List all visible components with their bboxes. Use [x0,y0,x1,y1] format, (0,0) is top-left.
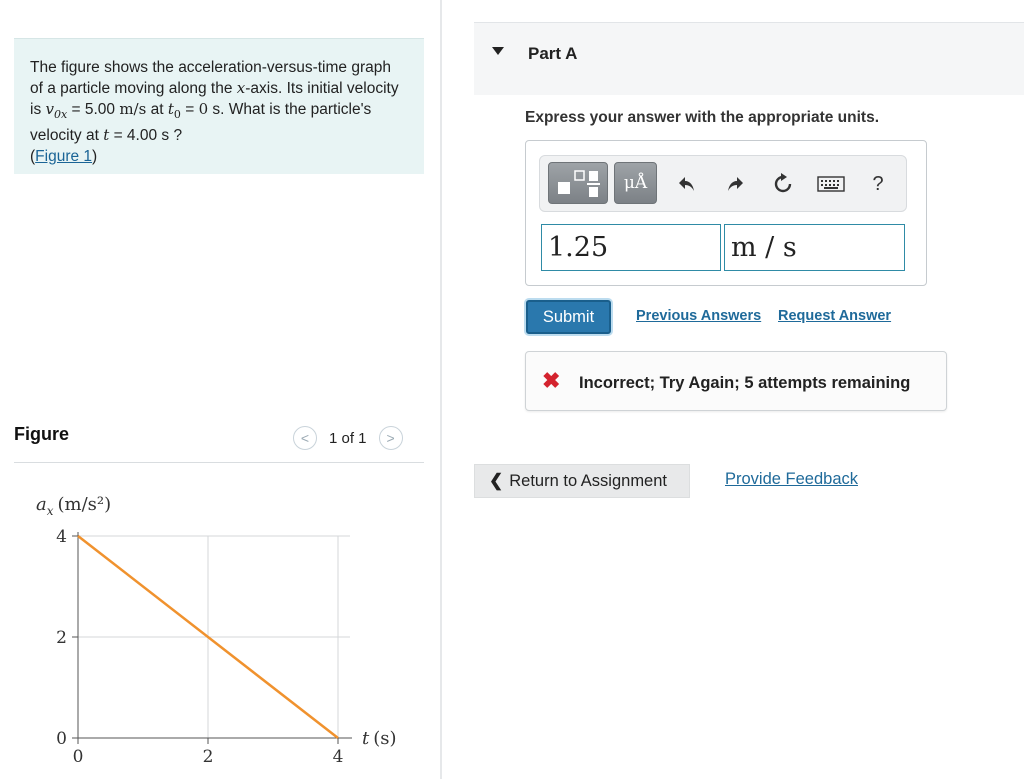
problem-text-4: at [146,101,168,118]
x-tick-label: 0 [73,747,84,767]
y-tick-label: 2 [56,628,67,648]
redo-button[interactable] [723,170,747,198]
problem-text-3: = 5.00 [67,101,120,118]
provide-feedback-link[interactable]: Provide Feedback [725,470,858,489]
chevron-left-icon: < [300,430,310,446]
keyboard-icon [817,176,845,192]
figure-pager: < 1 of 1 > [293,425,403,451]
t0-subscript: 0 [173,108,181,122]
figure-page-indicator: 1 of 1 [329,429,367,447]
figure-1-link[interactable]: Figure 1 [35,148,92,165]
undo-button[interactable] [675,170,699,198]
figure-title: Figure [14,424,70,444]
y-tick-label: 0 [56,729,67,749]
part-title: Part A [528,44,578,63]
answer-value-input[interactable]: 1.25 [541,224,721,271]
units-button[interactable]: μÅ [614,162,657,204]
y-tick-label: 4 [56,527,67,547]
submit-button[interactable]: Submit [526,300,611,334]
collapse-triangle-icon[interactable] [492,47,504,55]
chevron-right-icon: > [386,430,395,446]
previous-figure-button[interactable]: < [293,426,317,450]
figure-divider [14,462,424,463]
t0-value: 0 [198,100,209,118]
problem-statement: The figure shows the acceleration-versus… [14,38,424,174]
return-label: Return to Assignment [509,471,667,490]
column-divider [440,0,442,779]
x-icon: ✖ [542,368,561,393]
problem-text-5: = [180,101,199,118]
figure-link-close: ) [92,148,98,166]
help-button[interactable]: ? [866,170,890,198]
acceleration-time-chart: 0 2 4 0 2 4 ax (m/s²) t (s) [36,494,397,767]
feedback-message: Incorrect; Try Again; 5 attempts remaini… [579,374,911,392]
answer-instruction: Express your answer with the appropriate… [525,109,880,126]
reset-button[interactable] [771,170,795,198]
v0x-unit: m/s [119,100,147,118]
templates-button[interactable] [548,162,608,204]
fraction-template-icon [558,170,600,197]
v0x-subscript: 0x [53,108,68,122]
keyboard-button[interactable] [816,170,846,198]
next-figure-button[interactable]: > [378,426,403,450]
y-axis-label: ax (m/s²) [36,494,111,518]
return-to-assignment-button[interactable]: ❮ Return to Assignment [474,464,690,498]
reset-icon [774,173,792,193]
request-answer-link[interactable]: Request Answer [778,308,891,324]
x-tick-label: 4 [333,747,344,767]
redo-icon [728,177,743,191]
x-axis-variable: x [236,79,246,97]
chevron-left-icon: ❮ [489,471,504,490]
x-tick-label: 2 [203,747,214,767]
undo-icon [679,177,694,191]
v0x-symbol: v [45,100,54,118]
previous-answers-link[interactable]: Previous Answers [636,308,761,324]
x-axis-label: t (s) [362,728,397,749]
answer-units-input[interactable]: m / s [724,224,905,271]
problem-text-7: = 4.00 s ? [109,127,183,145]
